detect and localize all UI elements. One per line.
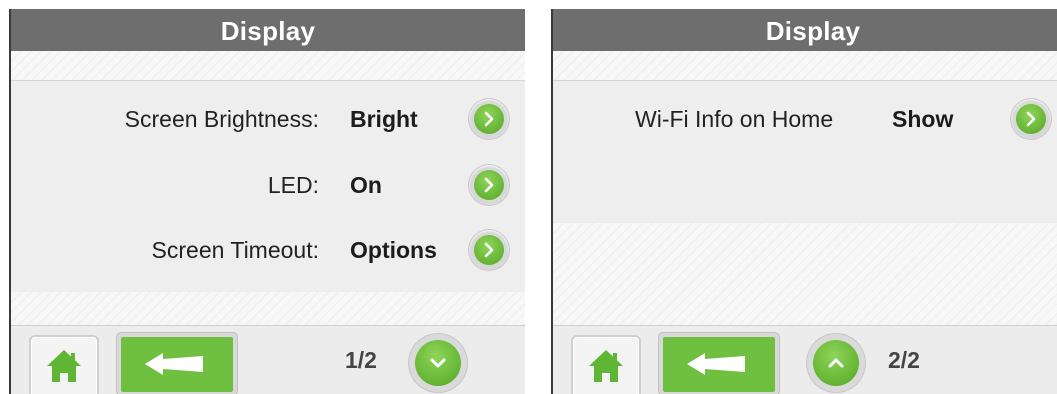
setting-row-screen-timeout[interactable]: Screen Timeout: Options [11, 228, 525, 272]
back-button[interactable] [116, 332, 238, 394]
empty-list-area [553, 223, 1057, 325]
setting-row-wifi-info-on-home[interactable]: Wi-Fi Info on Home Show [553, 97, 1057, 141]
setting-value: Bright [350, 106, 418, 132]
chevron-right-icon[interactable] [469, 99, 509, 139]
setting-label: Screen Timeout: [151, 237, 319, 263]
stripe-divider [553, 51, 1057, 80]
page-indicator: 1/2 [345, 347, 377, 373]
stripe-divider [11, 292, 525, 325]
footer-nav: 1/2 [11, 325, 525, 394]
chevron-up-icon [828, 358, 844, 368]
page-indicator: 2/2 [888, 347, 920, 373]
page-title: Display [11, 9, 525, 51]
back-button[interactable] [658, 332, 780, 394]
chevron-down-icon [430, 358, 446, 368]
back-arrow-icon [687, 353, 745, 375]
home-button[interactable] [571, 335, 641, 394]
setting-value: On [350, 172, 382, 198]
screenshot-stage: Display Screen Brightness: Bright LED: O… [0, 0, 1057, 394]
page-title: Display [553, 9, 1057, 51]
setting-label: Screen Brightness: [124, 106, 319, 132]
setting-value: Show [892, 106, 954, 132]
home-icon [589, 350, 623, 382]
home-button[interactable] [29, 335, 99, 394]
setting-row-screen-brightness[interactable]: Screen Brightness: Bright [11, 97, 525, 141]
footer-nav: 2/2 [553, 325, 1057, 394]
home-icon [47, 350, 81, 382]
scroll-down-button[interactable] [409, 334, 467, 392]
setting-row-led[interactable]: LED: On [11, 163, 525, 207]
settings-list: Screen Brightness: Bright LED: On Screen… [11, 80, 525, 293]
chevron-right-icon[interactable] [469, 230, 509, 270]
back-arrow-icon [145, 353, 203, 375]
display-settings-page-1: Display Screen Brightness: Bright LED: O… [9, 9, 525, 394]
setting-label: LED: [267, 172, 319, 198]
chevron-right-icon[interactable] [469, 165, 509, 205]
chevron-right-icon[interactable] [1011, 99, 1051, 139]
scroll-up-button[interactable] [807, 334, 865, 392]
stripe-divider [11, 51, 525, 80]
settings-list: Wi-Fi Info on Home Show [553, 80, 1057, 224]
setting-label: Wi-Fi Info on Home [635, 106, 834, 132]
setting-value: Options [350, 237, 437, 263]
display-settings-page-2: Display Wi-Fi Info on Home Show 2/2 [551, 9, 1057, 394]
